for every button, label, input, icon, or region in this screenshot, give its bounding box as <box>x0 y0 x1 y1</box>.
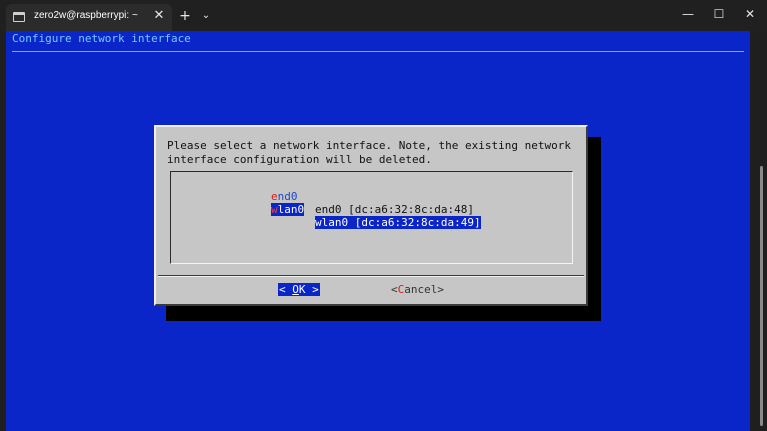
ok-hotkey: O <box>292 283 299 296</box>
terminal-icon <box>13 12 25 22</box>
terminal-area[interactable]: Configure network interface Please selec… <box>6 31 750 431</box>
ok-button[interactable]: < OK > <box>278 283 320 296</box>
ok-bracket-left: < <box>279 283 293 296</box>
tab-close-icon[interactable]: ✕ <box>151 7 167 25</box>
terminal-tab[interactable]: zero2w@raspberrypi: ~ ✕ <box>6 4 172 31</box>
dialog-separator-highlight <box>158 276 584 277</box>
item-hotkey: e <box>271 190 278 203</box>
cancel-button[interactable]: <Cancel> <box>390 283 445 296</box>
cancel-label: ancel <box>404 283 438 296</box>
list-item-wlan0[interactable]: wlan0 wlan0 [dc:a6:32:8c:da:49] <box>171 190 481 242</box>
cancel-bracket-left: < <box>391 283 398 296</box>
item-description: end0 [dc:a6:32:8c:da:48] <box>315 203 474 216</box>
minimize-button[interactable]: — <box>671 0 705 31</box>
interface-select-dialog: Please select a network interface. Note,… <box>154 125 588 306</box>
screen-heading: Configure network interface <box>12 32 191 45</box>
dialog-prompt: Please select a network interface. Note,… <box>167 139 571 166</box>
tab-title: zero2w@raspberrypi: ~ <box>34 10 138 21</box>
item-tag: lan0 <box>277 203 305 216</box>
terminal-scrollbar[interactable] <box>760 166 763 426</box>
item-tag: nd0 <box>277 190 298 203</box>
heading-divider <box>12 51 744 52</box>
cancel-bracket-right: > <box>437 283 444 296</box>
maximize-button[interactable]: ☐ <box>702 0 736 31</box>
interface-list[interactable]: end0 end0 [dc:a6:32:8c:da:48] wlan0 wlan… <box>170 171 573 264</box>
ok-bracket-right: > <box>305 283 319 296</box>
item-description: wlan0 [dc:a6:32:8c:da:49] <box>315 216 481 229</box>
new-tab-button[interactable]: + <box>176 7 194 25</box>
tab-dropdown-button[interactable]: ⌄ <box>198 7 214 25</box>
ok-label: K <box>298 283 306 296</box>
close-button[interactable]: ✕ <box>733 0 767 31</box>
item-hotkey: w <box>271 203 278 216</box>
title-bar: zero2w@raspberrypi: ~ ✕ + ⌄ — ☐ ✕ <box>0 0 767 31</box>
